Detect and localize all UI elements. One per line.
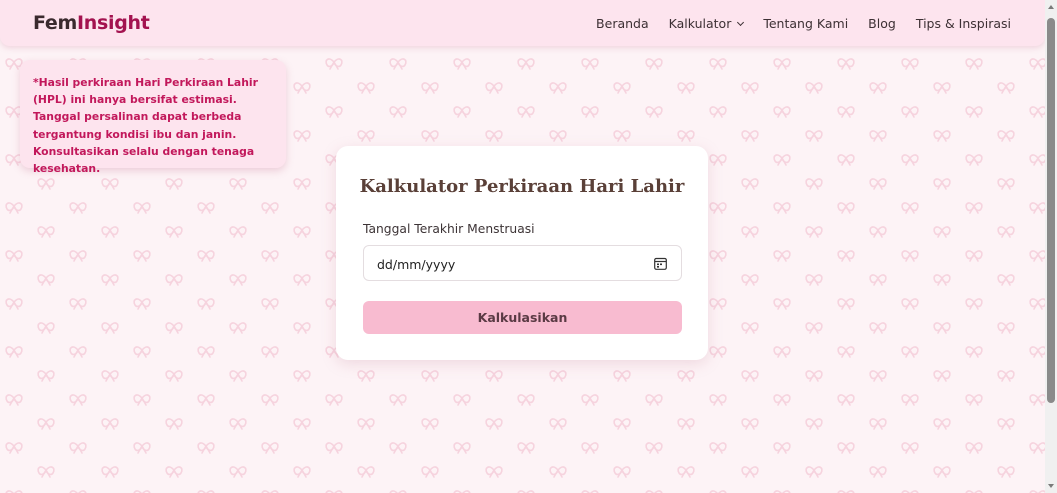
nav-link-kalkulator[interactable]: Kalkulator (668, 16, 745, 31)
disclaimer-text: *Hasil perkiraan Hari Perkiraan Lahir (H… (33, 76, 258, 176)
chevron-down-icon (737, 18, 745, 27)
calculate-button[interactable]: Kalkulasikan (363, 301, 682, 334)
lmp-date-input[interactable]: dd/mm/yyyy (363, 245, 682, 281)
date-placeholder: dd/mm/yyyy (377, 257, 456, 272)
scroll-down-arrow-icon[interactable] (1048, 484, 1054, 488)
card-title: Kalkulator Perkiraan Hari Lahir (359, 176, 685, 197)
site-logo[interactable]: FemInsight (33, 12, 150, 34)
lmp-date-label: Tanggal Terakhir Menstruasi (363, 222, 535, 236)
scroll-up-arrow-icon[interactable] (1048, 5, 1054, 9)
disclaimer-notice: *Hasil perkiraan Hari Perkiraan Lahir (H… (20, 60, 286, 175)
nav-link-tips[interactable]: Tips & Inspirasi (916, 16, 1011, 31)
nav-links: Beranda Kalkulator Tentang Kami Blog Tip… (596, 16, 1011, 31)
vertical-scrollbar[interactable] (1045, 0, 1057, 493)
calendar-icon[interactable] (654, 257, 667, 270)
nav-link-tentang-kami[interactable]: Tentang Kami (763, 16, 848, 31)
top-navbar: FemInsight Beranda Kalkulator Tentang Ka… (0, 0, 1045, 46)
logo-text-insight: Insight (77, 12, 150, 34)
scroll-thumb[interactable] (1047, 18, 1055, 403)
nav-link-kalkulator-label: Kalkulator (668, 16, 732, 31)
nav-link-beranda[interactable]: Beranda (596, 16, 649, 31)
calculator-card: Kalkulator Perkiraan Hari Lahir Tanggal … (336, 146, 708, 360)
logo-text-fem: Fem (33, 12, 77, 34)
nav-link-blog[interactable]: Blog (868, 16, 896, 31)
